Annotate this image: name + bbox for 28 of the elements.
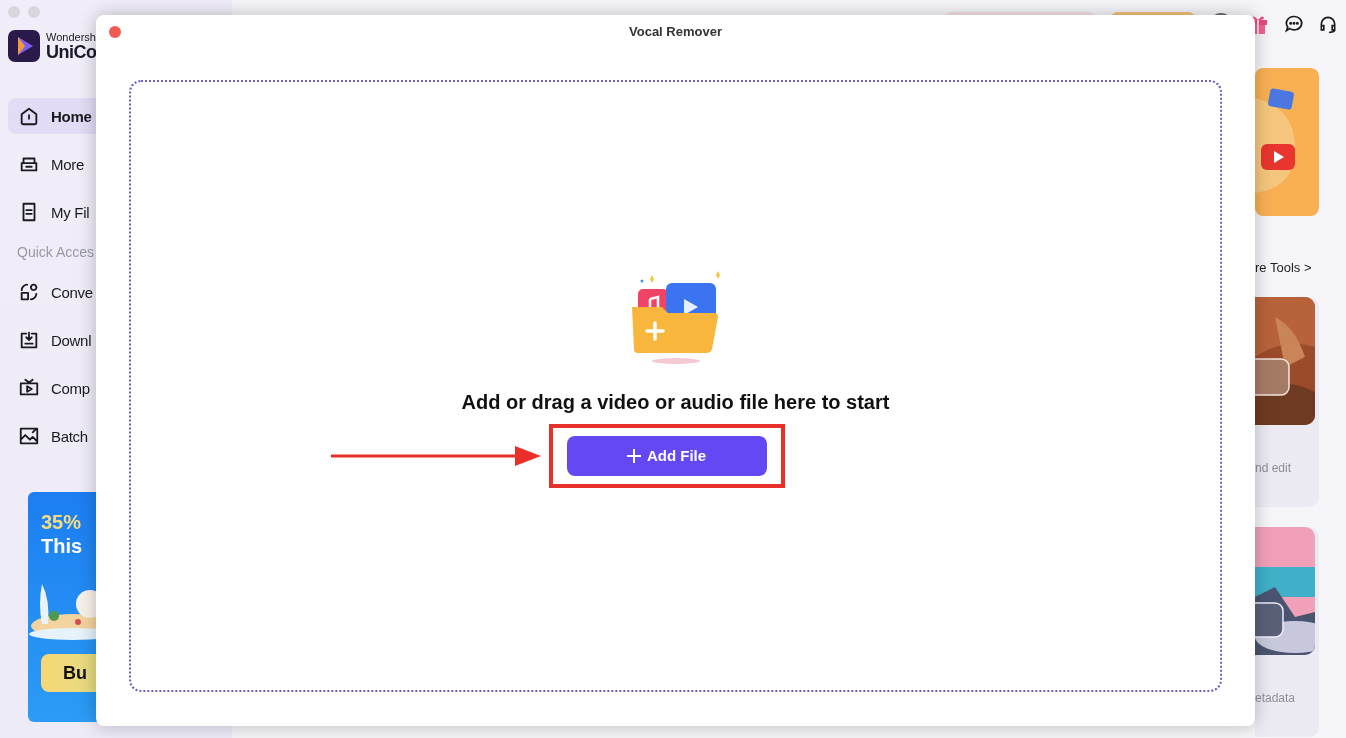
- brand-subtitle: Wondersh: [46, 31, 97, 43]
- convert-icon: [18, 281, 40, 303]
- add-file-button[interactable]: Add File: [566, 435, 767, 476]
- download-icon: [18, 329, 40, 351]
- section-label: Quick Acces: [17, 244, 96, 260]
- chat-icon[interactable]: [1284, 14, 1304, 34]
- drop-zone[interactable]: Add or drag a video or audio file here to start Add File: [129, 80, 1222, 692]
- sidebar-item-label: Batch: [51, 427, 88, 445]
- promo-headline: 35%: [41, 510, 83, 534]
- sidebar-item-label: Comp: [51, 379, 90, 397]
- home-icon: [18, 105, 40, 127]
- drop-prompt: Add or drag a video or audio file here to start: [461, 390, 890, 414]
- image-icon: [18, 425, 40, 447]
- brand-name: UniCo: [46, 42, 97, 61]
- sidebar-item-label: Downl: [51, 331, 92, 349]
- plus-icon: [626, 448, 641, 463]
- tool-caption: etadata: [1255, 691, 1297, 705]
- sidebar-item-label: More: [51, 155, 84, 173]
- sidebar-item-label: Home: [51, 107, 92, 125]
- dialog-title: Vocal Remover: [629, 23, 722, 39]
- sidebar-item-label: Conve: [51, 283, 93, 301]
- logo-icon: [8, 30, 40, 62]
- sidebar-item-label: My Fil: [51, 203, 90, 221]
- more-tools-link[interactable]: re Tools >: [1255, 260, 1346, 275]
- tool-caption: nd edit: [1255, 461, 1293, 475]
- close-button[interactable]: [109, 26, 121, 38]
- headset-icon[interactable]: [1318, 14, 1338, 34]
- promo-subline: This: [41, 534, 84, 558]
